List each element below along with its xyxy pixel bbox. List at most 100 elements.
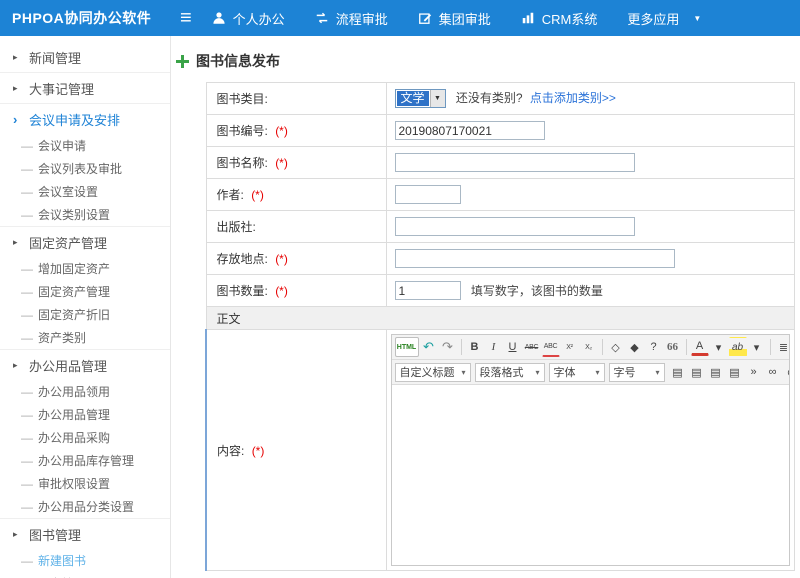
- add-icon: [176, 55, 189, 68]
- sidebar-item-add-fixed-asset[interactable]: — 增加固定资产: [0, 257, 170, 280]
- chevron-down-icon: ▼: [430, 90, 445, 107]
- chevron-down-icon: ▾: [535, 368, 539, 377]
- chevron-right-icon: ›: [13, 112, 21, 127]
- sidebar-item-fixed-asset-management[interactable]: ▸ 固定资产管理: [0, 227, 170, 257]
- link-icon[interactable]: ∞: [764, 362, 782, 382]
- chevron-down-icon: ▼: [693, 14, 701, 23]
- location-label: 存放地点: (*): [206, 243, 386, 275]
- chevron-down-icon: ▾: [461, 368, 465, 377]
- highlight-button[interactable]: ab: [729, 337, 747, 357]
- sidebar-item-meeting-management[interactable]: › 会议申请及安排: [0, 104, 170, 134]
- book-no-input[interactable]: [395, 121, 545, 140]
- topbar: PHPOA协同办公软件 ≡ 个人办公 流程审批 集团审批 CRM系统: [0, 0, 800, 36]
- quantity-input[interactable]: [395, 281, 461, 300]
- sidebar-group-books: ▸ 图书管理 — 新建图书 — 图书管理: [0, 519, 170, 578]
- underline-button[interactable]: U: [504, 337, 522, 357]
- eraser-icon[interactable]: ◇: [607, 337, 625, 357]
- align-center-icon[interactable]: ▤: [688, 362, 706, 382]
- nav-label: 集团审批: [439, 9, 491, 28]
- format-brush-icon[interactable]: ◆: [626, 337, 644, 357]
- quantity-label: 图书数量: (*): [206, 275, 386, 307]
- topbar-nav: 个人办公 流程审批 集团审批 CRM系统 更多应用 ▼: [212, 9, 702, 28]
- nav-more-apps[interactable]: 更多应用 ▼: [627, 9, 701, 28]
- required-mark: (*): [275, 124, 288, 138]
- author-input[interactable]: [395, 185, 461, 204]
- sidebar-item-news-management[interactable]: ▸ 新闻管理: [0, 42, 170, 72]
- sidebar-item-supply-purchase[interactable]: — 办公用品采购: [0, 426, 170, 449]
- font-family-select[interactable]: 字体 ▾: [549, 363, 605, 382]
- bold-button[interactable]: B: [466, 337, 484, 357]
- unlink-icon[interactable]: ⊗: [783, 362, 790, 382]
- sidebar-item-asset-category[interactable]: — 资产类别: [0, 326, 170, 349]
- sidebar-group-fixed-assets: ▸ 固定资产管理 — 增加固定资产 — 固定资产管理 — 固定资产折旧 — 资产…: [0, 227, 170, 350]
- sidebar-item-events-management[interactable]: ▸ 大事记管理: [0, 73, 170, 103]
- highlight-caret-icon[interactable]: ▾: [748, 337, 766, 357]
- italic-button[interactable]: I: [485, 337, 503, 357]
- indent-icon[interactable]: »: [745, 362, 763, 382]
- sidebar-item-approval-permission[interactable]: — 审批权限设置: [0, 472, 170, 495]
- dash-icon: —: [21, 554, 33, 568]
- book-name-input[interactable]: [395, 153, 635, 172]
- sidebar-group-meetings: › 会议申请及安排 — 会议申请 — 会议列表及审批 — 会议室设置 — 会议类…: [0, 104, 170, 227]
- location-input[interactable]: [395, 249, 675, 268]
- form-row-section: 正文: [206, 307, 795, 330]
- sidebar-item-office-supply-management[interactable]: ▸ 办公用品管理: [0, 350, 170, 380]
- redo-icon[interactable]: ↷: [439, 337, 457, 357]
- align-right-icon[interactable]: ▤: [707, 362, 725, 382]
- category-question: 还没有类别?: [456, 91, 523, 105]
- editor-toolbar-row1: HTML ↶ ↷ B I U ABC ABC X² X₂ ◇ ◆: [392, 335, 790, 360]
- ordered-list-icon[interactable]: ≣: [775, 337, 790, 357]
- sidebar-item-fixed-asset-depreciation[interactable]: — 固定资产折旧: [0, 303, 170, 326]
- nav-personal-office[interactable]: 个人办公: [212, 9, 285, 28]
- nav-process-approval[interactable]: 流程审批: [315, 9, 388, 28]
- help-icon[interactable]: ?: [645, 337, 663, 357]
- sidebar-item-meeting-room-settings[interactable]: — 会议室设置: [0, 180, 170, 203]
- paragraph-format-select[interactable]: 段落格式 ▾: [475, 363, 545, 382]
- blockquote-icon[interactable]: 66: [664, 337, 682, 357]
- nav-crm-system[interactable]: CRM系统: [521, 9, 598, 28]
- page-title-row: 图书信息发布: [172, 36, 800, 82]
- align-justify-icon[interactable]: ▤: [726, 362, 744, 382]
- align-left-icon[interactable]: ▤: [669, 362, 687, 382]
- nav-label: CRM系统: [542, 9, 598, 28]
- chevron-right-icon: ▸: [13, 83, 21, 94]
- sidebar-item-fixed-asset-manage[interactable]: — 固定资产管理: [0, 280, 170, 303]
- editor-content-area[interactable]: [392, 385, 790, 565]
- font-color-caret-icon[interactable]: ▾: [710, 337, 728, 357]
- publisher-input[interactable]: [395, 217, 635, 236]
- strikethrough-button[interactable]: ABC: [523, 337, 541, 357]
- dash-icon: —: [21, 162, 33, 176]
- undo-icon[interactable]: ↶: [420, 337, 438, 357]
- sidebar-item-new-book[interactable]: — 新建图书: [0, 549, 170, 572]
- category-select[interactable]: 文学 ▼: [395, 89, 446, 108]
- sidebar-item-supply-manage[interactable]: — 办公用品管理: [0, 403, 170, 426]
- sidebar-item-supply-category-settings[interactable]: — 办公用品分类设置: [0, 495, 170, 518]
- sidebar-item-meeting-category-settings[interactable]: — 会议类别设置: [0, 203, 170, 226]
- sidebar-item-meeting-list-approval[interactable]: — 会议列表及审批: [0, 157, 170, 180]
- dash-icon: —: [21, 408, 33, 422]
- dash-icon: —: [21, 431, 33, 445]
- quantity-hint: 填写数字，该图书的数量: [471, 284, 603, 298]
- sidebar-item-book-manage[interactable]: — 图书管理: [0, 572, 170, 578]
- form-row-category: 图书类目: 文学 ▼ 还没有类别? 点击添加类别>>: [206, 83, 795, 115]
- font-color-button[interactable]: A: [691, 338, 709, 356]
- sidebar-item-supply-inventory[interactable]: — 办公用品库存管理: [0, 449, 170, 472]
- font-size-select[interactable]: 字号 ▾: [609, 363, 665, 382]
- user-icon: [212, 11, 226, 25]
- sidebar-item-supply-collect[interactable]: — 办公用品领用: [0, 380, 170, 403]
- hamburger-menu-icon[interactable]: ≡: [180, 8, 192, 28]
- add-category-link[interactable]: 点击添加类别>>: [530, 91, 616, 105]
- heading-style-select[interactable]: 自定义标题 ▾: [395, 363, 471, 382]
- sidebar-item-book-management[interactable]: ▸ 图书管理: [0, 519, 170, 549]
- sidebar-item-meeting-apply[interactable]: — 会议申请: [0, 134, 170, 157]
- chevron-right-icon: ▸: [13, 529, 21, 540]
- sidebar-group-events: ▸ 大事记管理: [0, 73, 170, 104]
- superscript-button[interactable]: X²: [561, 337, 579, 357]
- subscript-button[interactable]: X₂: [580, 337, 598, 357]
- nav-group-approval[interactable]: 集团审批: [418, 9, 491, 28]
- app-logo[interactable]: PHPOA协同办公软件: [0, 8, 172, 28]
- html-source-button[interactable]: HTML: [395, 337, 419, 357]
- spellcheck-button[interactable]: ABC: [542, 337, 560, 357]
- sidebar-group-news: ▸ 新闻管理: [0, 42, 170, 73]
- category-selected-value: 文学: [397, 91, 429, 106]
